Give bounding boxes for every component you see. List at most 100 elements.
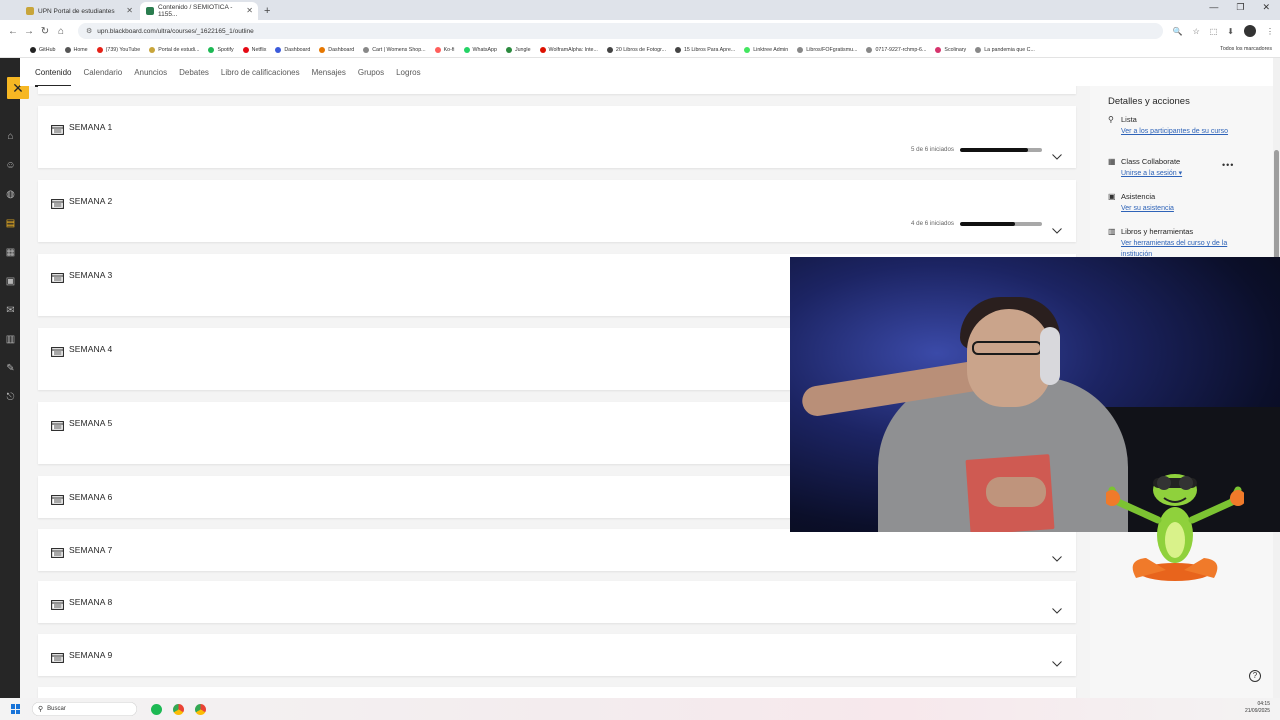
course-nav-anuncios[interactable]: Anuncios — [134, 68, 167, 77]
course-nav-mensajes[interactable]: Mensajes — [312, 68, 346, 77]
week-card[interactable]: SEMANA 9 — [38, 634, 1076, 676]
close-tab-icon[interactable]: ✕ — [126, 6, 133, 15]
profile-icon[interactable]: ☺ — [5, 160, 16, 171]
week-title[interactable]: SEMANA 4 — [69, 344, 112, 354]
expand-chevron-icon[interactable] — [1052, 221, 1062, 234]
more-options-icon[interactable]: ••• — [1222, 160, 1234, 170]
globe-icon[interactable]: ◍ — [5, 189, 16, 200]
bookmark-item[interactable]: Jungle — [505, 46, 531, 53]
spotify-app-icon[interactable] — [151, 703, 162, 715]
search-icon: ⚲ — [38, 706, 44, 713]
bookmark-item[interactable]: Spotify — [208, 46, 234, 53]
bookmark-item[interactable]: Home — [64, 46, 88, 53]
bookmark-item[interactable]: Cart | Womens Shop... — [363, 46, 426, 53]
close-window-icon[interactable]: ✕ — [1262, 2, 1270, 13]
bookmark-favicon-icon — [606, 46, 613, 53]
help-icon[interactable]: ? — [1249, 670, 1261, 682]
progress-track — [960, 221, 1042, 226]
maximize-icon[interactable]: ❐ — [1236, 2, 1244, 13]
forward-icon[interactable]: → — [22, 26, 36, 37]
back-icon[interactable]: ← — [6, 26, 20, 37]
url-field[interactable]: ⚙ upn.blackboard.com/ultra/courses/_1622… — [78, 23, 1163, 39]
institution-icon[interactable]: ⌂ — [5, 131, 16, 142]
bookmark-item[interactable]: (739) YouTube — [96, 46, 140, 53]
bookmark-item[interactable]: Scolinary — [935, 46, 967, 53]
bookmark-favicon-icon — [866, 46, 873, 53]
minimize-icon[interactable]: — — [1209, 2, 1218, 13]
week-title[interactable]: SEMANA 3 — [69, 270, 112, 280]
attendance-link[interactable]: Ver su asistencia — [1121, 203, 1246, 214]
week-title[interactable]: SEMANA 6 — [69, 492, 112, 502]
bookmark-item[interactable]: Dashboard — [319, 46, 354, 53]
course-nav-debates[interactable]: Debates — [179, 68, 209, 77]
system-clock[interactable]: 04:15 21/09/2025 — [1245, 701, 1270, 715]
progress-track — [960, 147, 1042, 152]
week-title[interactable]: SEMANA 8 — [69, 597, 112, 607]
bookmark-item[interactable]: WolframAlpha: Inte... — [539, 46, 598, 53]
home-icon[interactable]: ⌂ — [54, 26, 68, 37]
close-tab-icon[interactable]: ✕ — [246, 6, 253, 15]
week-title[interactable]: SEMANA 9 — [69, 650, 112, 660]
downloads-icon[interactable]: ⬇ — [1227, 27, 1234, 36]
bookmark-favicon-icon — [363, 46, 370, 53]
week-card[interactable]: SEMANA 1 5 de 6 iniciados — [38, 106, 1076, 168]
bookmark-item[interactable]: GitHub — [30, 46, 56, 53]
courses-icon[interactable]: ▤ — [5, 218, 16, 229]
zoom-icon[interactable]: 🔍 — [1173, 27, 1183, 36]
bookmark-label: Portal de estudi... — [158, 46, 200, 53]
course-nav-libro-de-calificaciones[interactable]: Libro de calificaciones — [221, 68, 300, 77]
bookmark-item[interactable]: 0717-9227-rchmp-6... — [866, 46, 926, 53]
week-title[interactable]: SEMANA 1 — [69, 122, 112, 132]
organizations-icon[interactable]: ▣ — [5, 276, 16, 287]
course-nav-calendario[interactable]: Calendario — [83, 68, 122, 77]
week-card[interactable]: SEMANA 8 — [38, 581, 1076, 623]
new-tab-icon[interactable]: + — [264, 2, 270, 20]
chrome-app-icon[interactable] — [173, 703, 184, 715]
bookmark-item[interactable]: Ko-fi — [434, 46, 455, 53]
course-nav-grupos[interactable]: Grupos — [358, 68, 384, 77]
course-nav-logros[interactable]: Logros — [396, 68, 420, 77]
all-bookmarks-button[interactable]: Todos los marcadores — [1220, 46, 1272, 52]
bookmark-label: 20 Libros de Fotogr... — [615, 46, 666, 53]
expand-chevron-icon[interactable] — [1052, 601, 1062, 614]
week-card[interactable]: SEMANA 2 4 de 6 iniciados — [38, 180, 1076, 242]
week-title[interactable]: SEMANA 7 — [69, 545, 112, 555]
profile-avatar-icon[interactable] — [1244, 25, 1256, 37]
reload-icon[interactable]: ↻ — [38, 26, 52, 37]
sign-out-icon[interactable]: ⎋ — [5, 392, 16, 403]
bookmark-item[interactable]: 20 Libros de Fotogr... — [606, 46, 666, 53]
course-nav-contenido[interactable]: Contenido — [35, 68, 72, 87]
browser-tab[interactable]: UPN Portal de estudiantes ✕ — [20, 2, 138, 20]
menu-icon[interactable]: ⋮ — [1266, 27, 1274, 36]
calendar-icon[interactable]: ▦ — [5, 247, 16, 258]
expand-chevron-icon[interactable] — [1052, 549, 1062, 562]
bookmark-item[interactable]: Linktree Admin — [744, 46, 788, 53]
bookmark-favicon-icon — [319, 46, 326, 53]
messages-icon[interactable]: ✉ — [5, 305, 16, 316]
bookmark-item[interactable]: Portal de estudi... — [149, 46, 200, 53]
bookmark-item[interactable]: 15 Libros Para Apre... — [674, 46, 735, 53]
bookmark-item[interactable]: La pandemia que C... — [975, 46, 1035, 53]
browser-tab-active[interactable]: Contenido / SEMIOTICA - 1155... ✕ — [140, 2, 258, 20]
expand-chevron-icon[interactable] — [1052, 654, 1062, 667]
tools-icon[interactable]: ✎ — [5, 363, 16, 374]
week-title[interactable]: SEMANA 5 — [69, 418, 112, 428]
bookmark-item[interactable]: Dashboard — [275, 46, 310, 53]
bookmark-item[interactable]: Netflix — [242, 46, 266, 53]
bookmark-star-icon[interactable]: ☆ — [1193, 27, 1200, 36]
chrome-profile-app-icon[interactable] — [195, 703, 206, 715]
windows-start-icon[interactable] — [11, 704, 21, 714]
bookmark-label: Scolinary — [944, 46, 967, 53]
bookmark-item[interactable]: WhatsApp — [463, 46, 497, 53]
grades-icon[interactable]: ▥ — [5, 334, 16, 345]
roster-link[interactable]: Ver a los participantes de su curso — [1121, 126, 1246, 137]
extensions-icon[interactable]: ⬚ — [1210, 27, 1218, 36]
taskbar-search[interactable]: ⚲ Buscar — [32, 702, 137, 716]
content-folder-card[interactable] — [38, 86, 1076, 94]
week-card[interactable]: SEMANA 7 — [38, 529, 1076, 571]
week-title[interactable]: SEMANA 2 — [69, 196, 112, 206]
bookmark-item[interactable]: Libros/FOFgratismu... — [797, 46, 857, 53]
expand-chevron-icon[interactable] — [1052, 147, 1062, 160]
content-folder-card[interactable] — [38, 687, 1076, 698]
site-info-icon[interactable]: ⚙ — [86, 27, 92, 35]
